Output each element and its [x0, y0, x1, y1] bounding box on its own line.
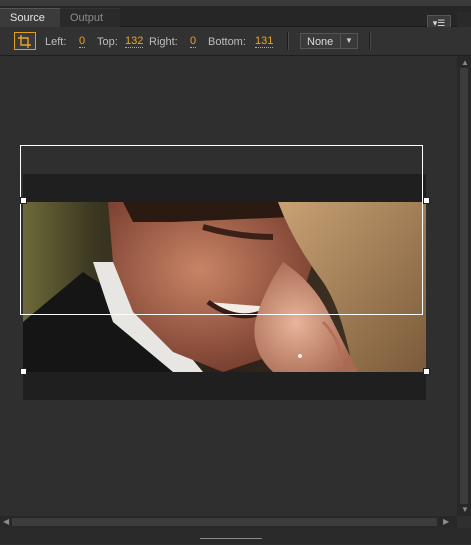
- bottom-label: Bottom:: [208, 36, 246, 48]
- scroll-left-icon[interactable]: ◀: [3, 517, 9, 526]
- scroll-down-icon[interactable]: ▼: [461, 505, 469, 514]
- tab-output[interactable]: Output: [60, 8, 120, 27]
- tab-source[interactable]: Source: [0, 8, 60, 27]
- top-value[interactable]: 132: [125, 36, 144, 48]
- aspect-ratio-value: None: [307, 36, 334, 48]
- right-value[interactable]: 0: [190, 36, 197, 48]
- panel-bottom-bar: [0, 528, 471, 544]
- chevron-down-icon: ▼: [340, 34, 357, 48]
- vertical-scroll-thumb[interactable]: [460, 68, 468, 504]
- horizontal-scroll-thumb[interactable]: [12, 518, 437, 526]
- crop-handle-top-right[interactable]: [423, 197, 430, 204]
- left-label: Left:: [45, 36, 67, 48]
- top-label: Top:: [97, 36, 118, 48]
- crop-handle-top-left[interactable]: [20, 197, 27, 204]
- crop-icon: [18, 35, 31, 48]
- left-value[interactable]: 0: [79, 36, 86, 48]
- bottom-value[interactable]: 131: [255, 36, 274, 48]
- scroll-up-icon[interactable]: ▲: [461, 58, 469, 67]
- horizontal-scrollbar[interactable]: ◀ ▶: [0, 516, 457, 528]
- right-label: Right:: [149, 36, 178, 48]
- toolbar-divider-2: [369, 32, 371, 50]
- panel-tab-bar: Source Output ▾☰: [0, 6, 471, 32]
- crop-toolbar: Left: 0 Top: 132 Right: 0 Bottom: 131 No…: [0, 27, 471, 56]
- aspect-ratio-dropdown[interactable]: None ▼: [300, 33, 358, 49]
- crop-rectangle[interactable]: [20, 145, 423, 315]
- crop-tool-button[interactable]: [14, 32, 36, 50]
- toolbar-divider: [287, 32, 289, 50]
- crop-handle-bottom-left[interactable]: [20, 368, 27, 375]
- scroll-right-icon[interactable]: ▶: [443, 517, 449, 526]
- vertical-scrollbar[interactable]: ▲ ▼: [457, 56, 471, 516]
- crop-handle-bottom-right[interactable]: [423, 368, 430, 375]
